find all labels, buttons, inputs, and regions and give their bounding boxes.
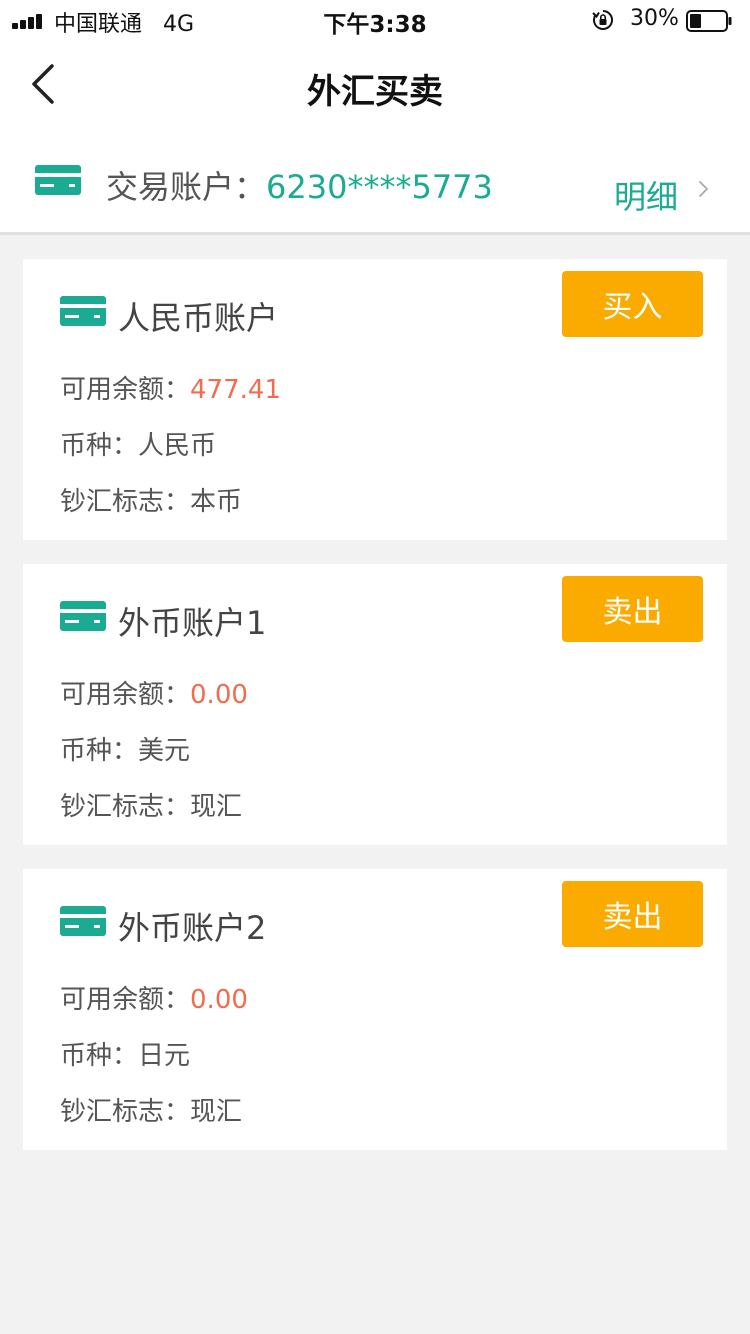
card-icon [35, 165, 81, 195]
balance-row: 可用余额：477.41 [60, 369, 281, 406]
account-title: 外币账户1 [118, 604, 267, 642]
trading-account-header: 交易账户：6230****5773 明细 [0, 132, 750, 235]
cash-remit-flag-row: 钞汇标志：现汇 [60, 786, 242, 823]
cash-remit-flag-label: 钞汇标志： [60, 487, 191, 517]
currency-row: 币种：美元 [60, 730, 190, 767]
cash-remit-flag-label: 钞汇标志： [60, 1097, 191, 1127]
cash-remit-flag-label: 钞汇标志： [60, 792, 191, 822]
chevron-right-icon[interactable] [698, 180, 710, 198]
status-bar: 中国联通 4G 下午3:38 30% [0, 0, 750, 40]
currency-value: 人民币 [138, 431, 217, 461]
card-icon [60, 906, 106, 936]
cash-remit-flag-value: 现汇 [190, 1097, 243, 1127]
balance-value: 0.00 [190, 680, 248, 710]
currency-value: 美元 [138, 736, 191, 766]
balance-value: 477.41 [190, 375, 281, 405]
account-title: 外币账户2 [118, 909, 267, 947]
balance-label: 可用余额： [60, 985, 191, 1015]
balance-label: 可用余额： [60, 375, 191, 405]
battery-percent: 30% [630, 6, 679, 31]
cash-remit-flag-value: 本币 [190, 487, 243, 517]
nav-bar: 外汇买卖 [0, 40, 750, 132]
balance-row: 可用余额：0.00 [60, 979, 248, 1016]
card-icon [60, 601, 106, 631]
cash-remit-flag-value: 现汇 [190, 792, 243, 822]
buy-button[interactable]: 买入 [562, 271, 703, 337]
page-title: 外汇买卖 [307, 72, 443, 112]
account-card-foreign-2: 外币账户2 卖出 可用余额：0.00 币种：日元 钞汇标志：现汇 [23, 869, 727, 1150]
orientation-lock-icon [592, 10, 613, 30]
balance-label: 可用余额： [60, 680, 191, 710]
trading-account-label: 交易账户：6230****5773 [106, 162, 493, 208]
balance-value: 0.00 [190, 985, 248, 1015]
trading-account-title: 交易账户： [106, 168, 267, 206]
detail-link[interactable]: 明细 [614, 172, 678, 218]
currency-row: 币种：日元 [60, 1035, 190, 1072]
battery-icon [686, 10, 732, 32]
account-card-rmb: 人民币账户 买入 可用余额：477.41 币种：人民币 钞汇标志：本币 [23, 259, 727, 540]
currency-row: 币种：人民币 [60, 425, 216, 462]
balance-row: 可用余额：0.00 [60, 674, 248, 711]
cash-remit-flag-row: 钞汇标志：本币 [60, 481, 242, 518]
currency-label: 币种： [60, 736, 139, 766]
account-title: 人民币账户 [118, 299, 279, 337]
currency-label: 币种： [60, 1041, 139, 1071]
cash-remit-flag-row: 钞汇标志：现汇 [60, 1091, 242, 1128]
currency-value: 日元 [138, 1041, 191, 1071]
sell-button[interactable]: 卖出 [562, 576, 703, 642]
sell-button[interactable]: 卖出 [562, 881, 703, 947]
card-icon [60, 296, 106, 326]
account-card-foreign-1: 外币账户1 卖出 可用余额：0.00 币种：美元 钞汇标志：现汇 [23, 564, 727, 845]
trading-account-number: 6230****5773 [266, 168, 493, 206]
currency-label: 币种： [60, 431, 139, 461]
